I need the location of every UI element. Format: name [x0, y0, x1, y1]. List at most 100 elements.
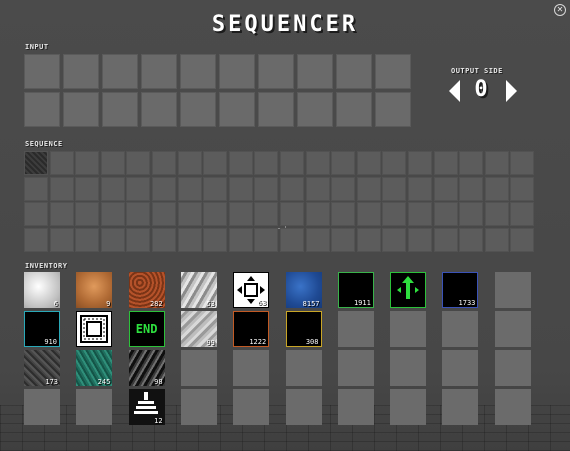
input-slot[interactable] — [180, 92, 216, 127]
input-slot[interactable] — [102, 54, 138, 89]
inventory-slot[interactable] — [76, 389, 113, 425]
input-slot[interactable] — [336, 92, 372, 127]
spread-block[interactable]: 63 — [233, 272, 270, 308]
sequence-slot[interactable] — [254, 176, 279, 201]
sequence-slot[interactable] — [177, 151, 202, 175]
sequence-slot[interactable] — [49, 176, 74, 201]
inventory-slot[interactable] — [180, 350, 217, 386]
sequence-slot[interactable] — [510, 176, 535, 201]
sequence-slot[interactable] — [459, 202, 484, 226]
sequence-slot[interactable] — [152, 151, 176, 175]
end-block[interactable]: END — [128, 311, 165, 347]
input-slot[interactable] — [180, 54, 216, 89]
stone-block[interactable]: 99 — [180, 311, 217, 347]
sequence-slot[interactable] — [24, 227, 48, 252]
sequence-slot[interactable] — [152, 176, 176, 201]
sequence-slot[interactable] — [24, 202, 48, 226]
sequence-slot[interactable] — [126, 202, 151, 226]
sequence-slot[interactable] — [254, 227, 279, 252]
sequence-slot[interactable] — [280, 202, 304, 226]
input-slot[interactable] — [141, 92, 177, 127]
sequence-slot[interactable] — [484, 176, 509, 201]
sequence-slot[interactable] — [382, 202, 407, 226]
sequence-slot[interactable] — [75, 176, 100, 201]
input-slot[interactable] — [297, 92, 333, 127]
sequence-slot[interactable] — [203, 202, 228, 226]
teal-block[interactable]: 245 — [76, 350, 113, 386]
inventory-slot[interactable] — [337, 350, 374, 386]
inventory-slot[interactable] — [233, 350, 270, 386]
input-slot[interactable] — [297, 54, 333, 89]
green-frame-block[interactable]: 1911 — [337, 272, 374, 308]
output-side-next-button[interactable] — [506, 80, 517, 102]
copper-block[interactable]: 9 — [76, 272, 113, 308]
sequence-slot[interactable] — [331, 202, 356, 226]
coal-block[interactable]: 98 — [128, 350, 165, 386]
input-slot[interactable] — [336, 54, 372, 89]
sequence-slot[interactable] — [152, 202, 176, 226]
sequence-slot[interactable] — [510, 227, 535, 252]
sequence-slot[interactable] — [484, 202, 509, 226]
sequence-slot[interactable] — [177, 202, 202, 226]
sequence-slot[interactable] — [356, 202, 381, 226]
quartz-block[interactable]: 6 — [24, 272, 60, 308]
input-slot[interactable] — [258, 92, 294, 127]
sequence-slot[interactable] — [408, 202, 432, 226]
input-slot[interactable] — [375, 92, 411, 127]
sequence-slot[interactable] — [228, 151, 253, 175]
inventory-slot[interactable] — [494, 350, 531, 386]
sequence-slot[interactable] — [203, 151, 228, 175]
sequence-slot[interactable] — [75, 202, 100, 226]
sequence-slot[interactable] — [356, 176, 381, 201]
sequence-slot[interactable] — [305, 151, 330, 175]
sequence-slot[interactable] — [484, 151, 509, 175]
inventory-slot[interactable] — [494, 311, 531, 347]
input-slot[interactable] — [219, 92, 255, 127]
inventory-slot[interactable] — [233, 389, 270, 425]
sequence-slot[interactable] — [382, 176, 407, 201]
inventory-slot[interactable] — [442, 389, 479, 425]
inventory-slot[interactable] — [390, 350, 427, 386]
sequence-slot[interactable] — [408, 151, 432, 175]
sequence-slot[interactable] — [331, 176, 356, 201]
sequence-slot[interactable] — [177, 227, 202, 252]
sequence-slot[interactable] — [203, 227, 228, 252]
sequence-slot[interactable] — [254, 202, 279, 226]
sequence-slot[interactable] — [459, 176, 484, 201]
sequence-slot[interactable] — [126, 151, 151, 175]
sequence-slot[interactable] — [382, 227, 407, 252]
cyan-frame-block[interactable]: 910 — [24, 311, 60, 347]
inventory-slot[interactable] — [442, 350, 479, 386]
sequence-slot[interactable] — [24, 176, 48, 201]
sequence-slot[interactable] — [356, 151, 381, 175]
inventory-slot[interactable] — [285, 350, 322, 386]
sequence-slot[interactable] — [75, 227, 100, 252]
sequence-slot[interactable] — [459, 151, 484, 175]
input-slot[interactable] — [63, 92, 99, 127]
sequence-slot[interactable] — [228, 176, 253, 201]
sequence-slot[interactable] — [100, 227, 125, 252]
sequence-slot[interactable] — [331, 151, 356, 175]
sequence-slot[interactable] — [49, 202, 74, 226]
inventory-slot[interactable] — [337, 389, 374, 425]
sequence-slot[interactable] — [510, 202, 535, 226]
close-icon[interactable]: ✕ — [554, 4, 566, 16]
inventory-slot[interactable] — [337, 311, 374, 347]
inventory-slot[interactable] — [390, 311, 427, 347]
sequence-slot[interactable] — [228, 227, 253, 252]
sequence-slot[interactable] — [280, 227, 304, 252]
sequence-slot[interactable] — [510, 151, 535, 175]
sequence-slot[interactable] — [100, 151, 125, 175]
output-side-prev-button[interactable] — [449, 80, 460, 102]
sequence-slot[interactable] — [100, 176, 125, 201]
rusty-block[interactable]: 282 — [128, 272, 165, 308]
dark-stone-block[interactable]: 173 — [24, 350, 60, 386]
water-block[interactable]: 8157 — [285, 272, 322, 308]
sequence-slot[interactable] — [75, 151, 100, 175]
chip-block[interactable] — [76, 311, 113, 347]
sequence-slot[interactable] — [280, 176, 304, 201]
sequence-slot[interactable] — [459, 227, 484, 252]
input-slot[interactable] — [24, 92, 60, 127]
direction-block[interactable] — [390, 272, 427, 308]
gravel-block[interactable]: 53 — [180, 272, 217, 308]
